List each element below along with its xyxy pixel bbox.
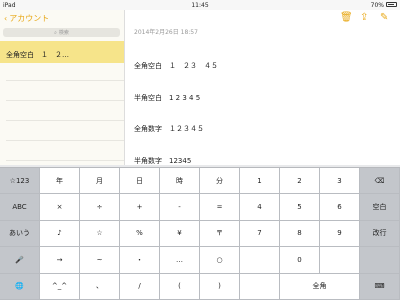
key-symbol[interactable]: 月	[80, 168, 120, 195]
search-icon: ⌕	[54, 29, 57, 36]
battery-percent: 70%	[370, 2, 384, 9]
key-symbol[interactable]: ○	[200, 247, 240, 274]
divider	[6, 100, 124, 101]
key-symbol[interactable]: →	[40, 247, 80, 274]
key-symbol[interactable]: ~	[80, 247, 120, 274]
key-left[interactable]: あいう	[0, 220, 40, 248]
key-symbol[interactable]: ・	[120, 247, 160, 274]
key-symbol[interactable]: 分	[200, 168, 240, 195]
key-symbol[interactable]: ☆	[80, 220, 120, 248]
key-number[interactable]: 5	[280, 194, 320, 221]
key-left[interactable]: ☆123	[0, 168, 40, 195]
key-symbol[interactable]: /	[120, 273, 160, 300]
key-left[interactable]: ABC	[0, 194, 40, 221]
key-symbol[interactable]: ¥	[160, 220, 200, 248]
key-symbol[interactable]: ^_^	[40, 273, 80, 300]
key-number[interactable]: 6	[320, 194, 360, 221]
key-symbol[interactable]: 〒	[200, 220, 240, 248]
clock: 11:45	[191, 2, 209, 9]
key-symbol[interactable]: )	[200, 273, 240, 300]
status-bar: iPad 11:45 70%	[0, 0, 400, 10]
search-placeholder: 検索	[58, 30, 69, 36]
key-right[interactable]: ⌨	[360, 273, 400, 300]
divider	[6, 140, 124, 141]
trash-icon[interactable]: 🗑	[340, 12, 353, 23]
key-symbol[interactable]: …	[160, 247, 200, 274]
battery-icon	[386, 2, 397, 7]
key-left[interactable]: 🎤	[0, 247, 40, 274]
key-number[interactable]: 3	[320, 168, 360, 195]
key-left[interactable]: 🌐	[0, 273, 40, 300]
keyboard: ☆123 年月日時分 1 2 3 ⌫ ABC × ÷ + - = 4 5 6 空白あいう ♪ ☆% ¥ 〒 7 8 9 改行 🎤…	[0, 165, 400, 300]
key-symbol[interactable]: %	[120, 220, 160, 248]
notes-sidebar: ‹ アカウント ⌕ 検索 全角空白 １ ２…	[0, 10, 125, 165]
share-icon[interactable]: ⇪	[360, 12, 368, 23]
key-right[interactable]: ⌫	[360, 168, 400, 195]
key-symbol[interactable]: (	[160, 273, 200, 300]
note-line: 全角空白 １ ２３ ４５	[134, 62, 218, 70]
note-line: 半角空白 1 2 3 4 5	[134, 93, 201, 102]
key-symbol[interactable]: 時	[160, 168, 200, 195]
key-number[interactable]: 7	[240, 220, 280, 248]
key-number[interactable]: 8	[280, 220, 320, 248]
key-symbol[interactable]: ♪	[40, 220, 80, 248]
search-field[interactable]: ⌕ 検索	[3, 28, 120, 37]
note-date: 2014年2月26日 18:57	[134, 29, 198, 36]
key-symbol[interactable]: ×	[40, 194, 80, 221]
note-line: 全角数字 １２３４５	[134, 125, 204, 133]
key-number[interactable]: 4	[240, 194, 280, 221]
key-symbol[interactable]: 日	[120, 168, 160, 195]
compose-icon[interactable]: ✎	[380, 12, 388, 23]
key-right[interactable]: 空白	[360, 194, 400, 221]
key-number[interactable]: 0	[280, 247, 320, 274]
note-list-item[interactable]: 全角空白 １ ２…	[0, 41, 124, 63]
key-symbol[interactable]: 、	[80, 273, 120, 300]
key-number[interactable]: 9	[320, 220, 360, 248]
key-symbol[interactable]: ÷	[80, 194, 120, 221]
divider	[6, 160, 124, 161]
note-editor[interactable]: 🗑 ⇪ ✎ 2014年2月26日 18:57 全角空白 １ ２３ ４５ 半角空白…	[125, 10, 400, 165]
key-symbol[interactable]: 年	[40, 168, 80, 195]
key-number[interactable]: 全角	[280, 273, 360, 300]
chevron-left-icon: ‹	[4, 14, 8, 23]
key-number[interactable]	[320, 247, 360, 274]
key-symbol[interactable]: -	[160, 194, 200, 221]
key-symbol[interactable]: +	[120, 194, 160, 221]
key-number[interactable]	[240, 273, 280, 300]
back-label: アカウント	[9, 14, 50, 23]
divider	[6, 80, 124, 81]
key-number[interactable]	[240, 247, 280, 274]
key-symbol[interactable]: =	[200, 194, 240, 221]
back-button[interactable]: ‹ アカウント	[4, 13, 49, 24]
divider	[6, 120, 124, 121]
key-number[interactable]: 2	[280, 168, 320, 195]
key-right[interactable]: 改行	[360, 220, 400, 248]
key-right[interactable]	[360, 247, 400, 274]
key-number[interactable]: 1	[240, 168, 280, 195]
